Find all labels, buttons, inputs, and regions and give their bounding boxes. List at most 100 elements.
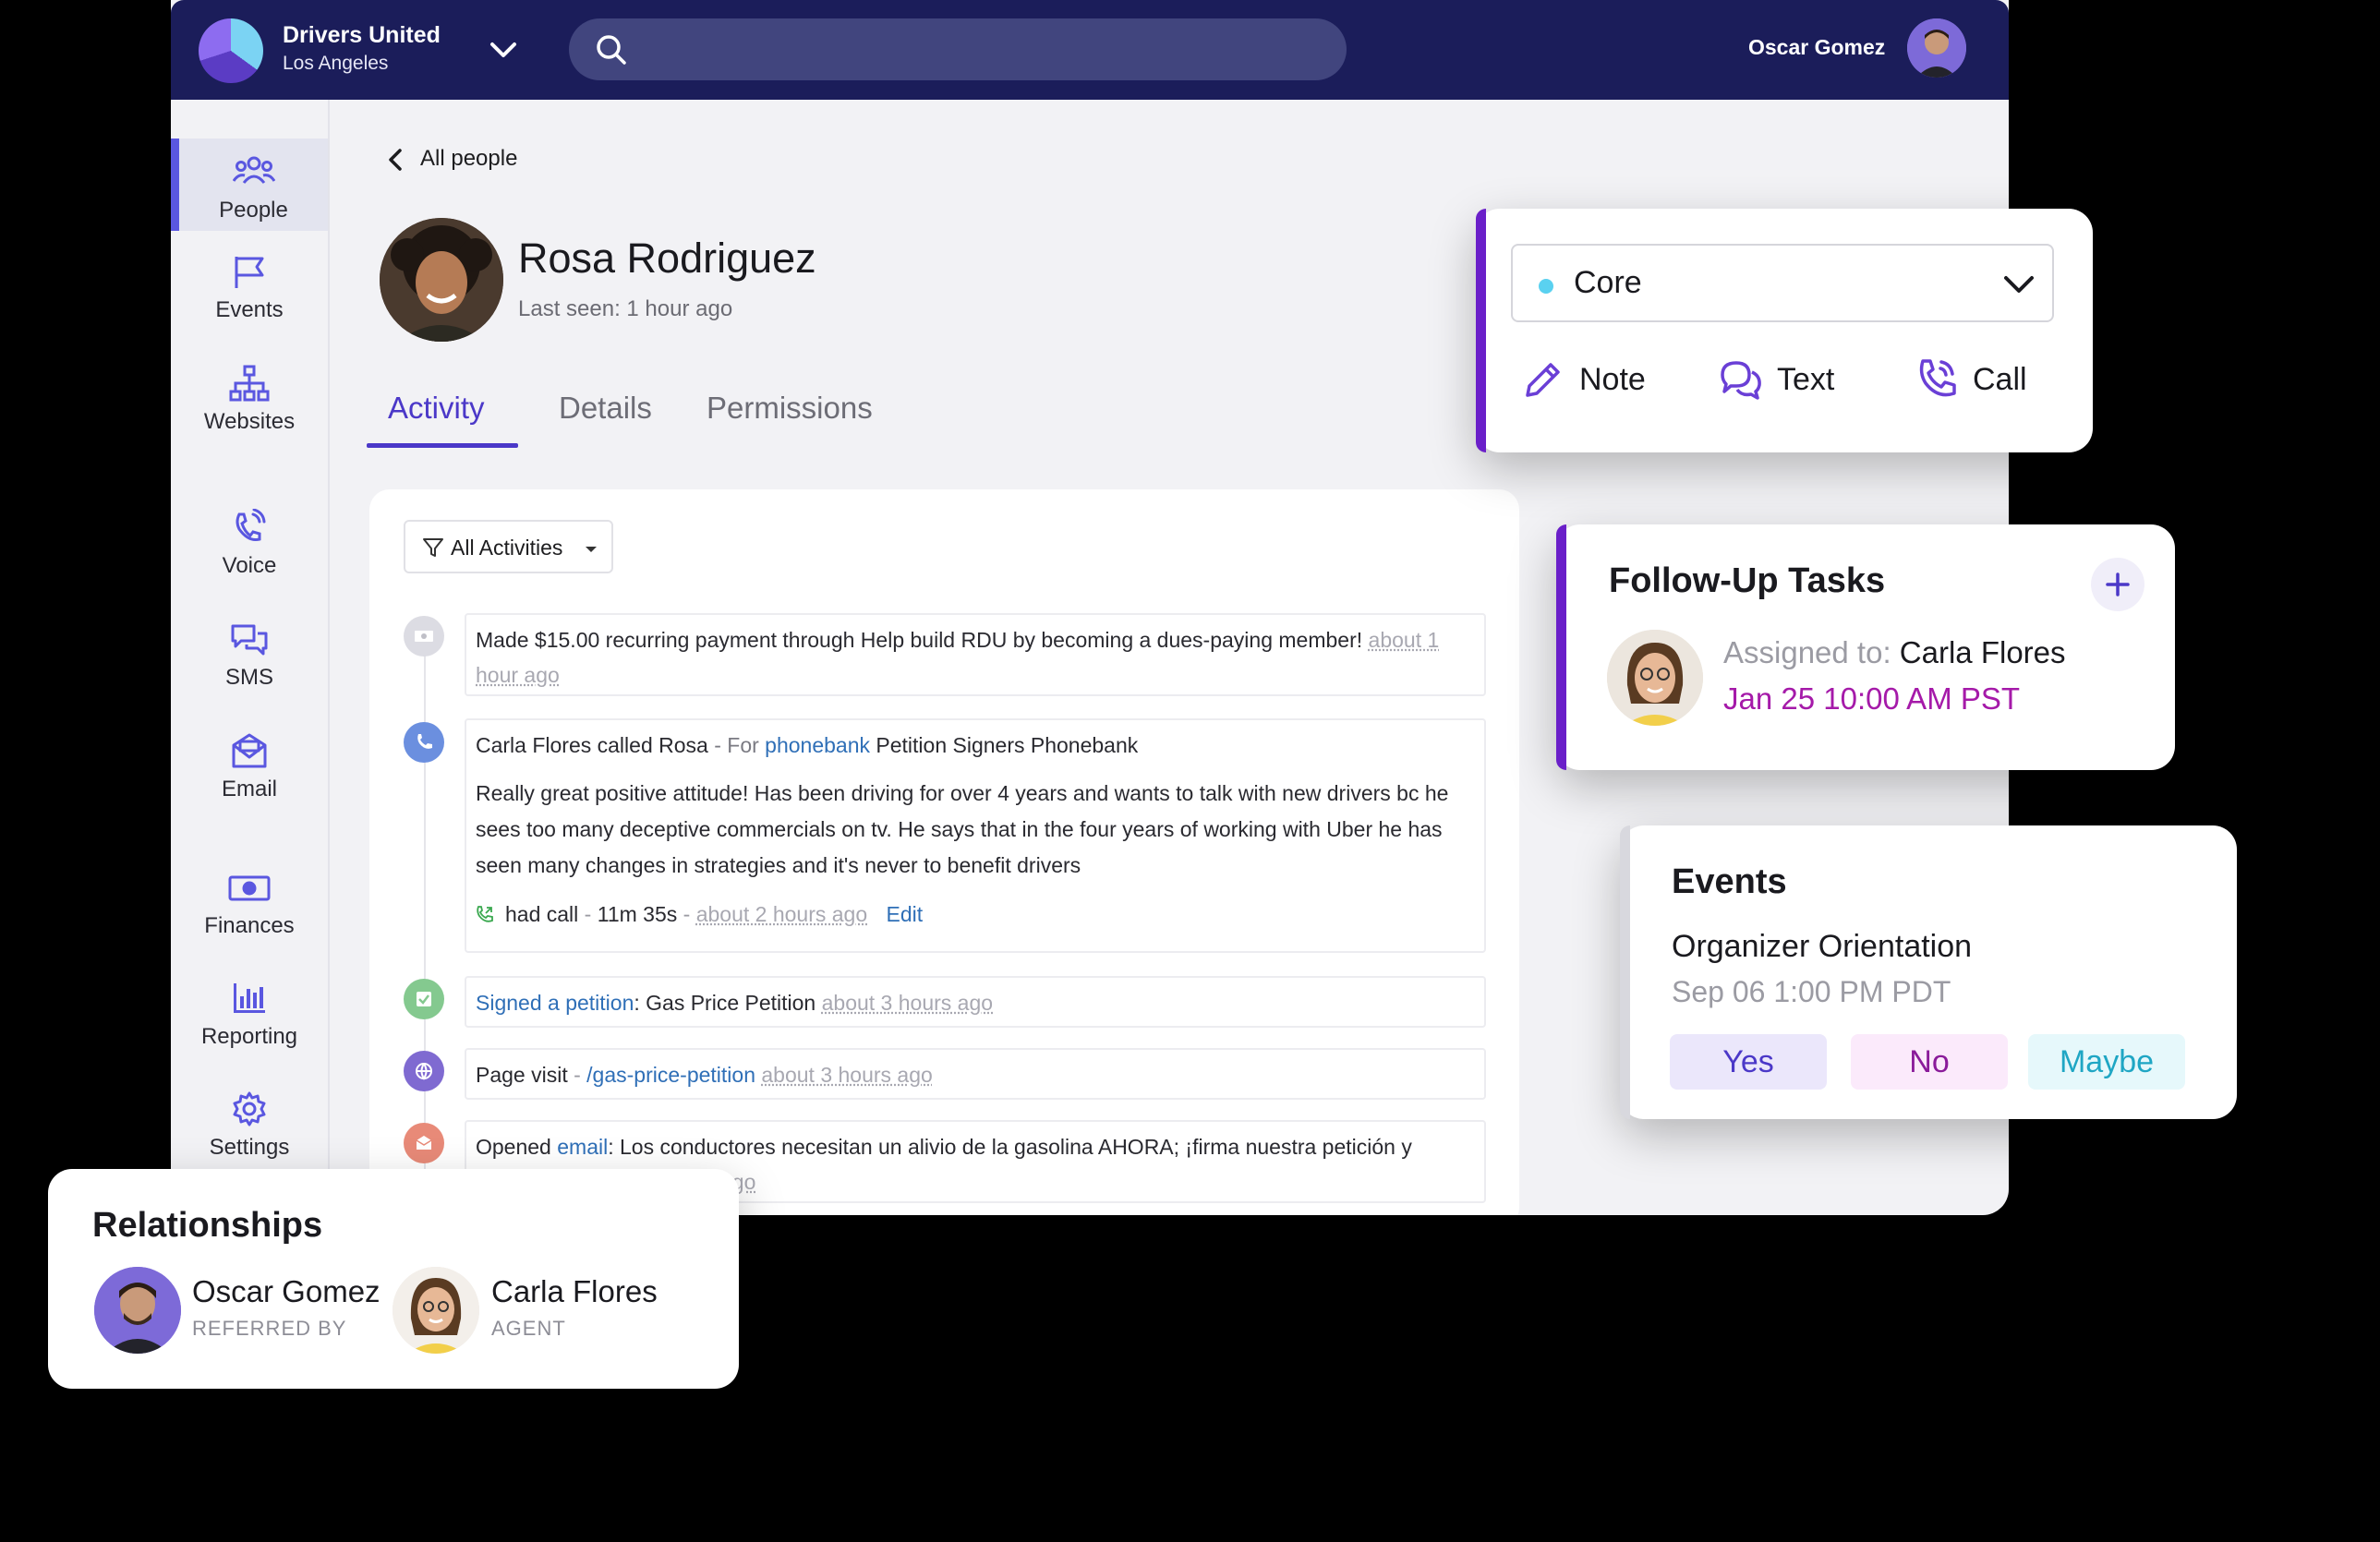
activity-text: Opened bbox=[476, 1135, 551, 1159]
money-icon bbox=[228, 875, 271, 901]
relationship-name[interactable]: Oscar Gomez bbox=[192, 1274, 381, 1309]
event-date: Sep 06 1:00 PM PDT bbox=[1672, 975, 1951, 1008]
relationship-role: AGENT bbox=[491, 1317, 566, 1340]
search-input[interactable] bbox=[569, 18, 1347, 80]
flag-icon bbox=[235, 257, 264, 288]
active-tab-indicator bbox=[367, 443, 518, 448]
rsvp-maybe-button[interactable]: Maybe bbox=[2028, 1034, 2185, 1090]
chevron-down-icon bbox=[2004, 276, 2034, 293]
edit-link[interactable]: Edit bbox=[887, 902, 924, 926]
sidebar-item-settings[interactable]: Settings bbox=[171, 1076, 328, 1168]
sidebar-item-label: People bbox=[219, 198, 288, 223]
activity-text: Page visit bbox=[476, 1063, 568, 1087]
sidebar-item-label: Email bbox=[221, 777, 277, 801]
filter-label: All Activities bbox=[451, 536, 563, 560]
tab-permissions[interactable]: Permissions bbox=[707, 391, 873, 426]
rsvp-yes-button[interactable]: Yes bbox=[1670, 1034, 1827, 1090]
sidebar-item-sms[interactable]: SMS bbox=[171, 606, 328, 698]
quick-actions-card: Core Note Text Call bbox=[1476, 209, 2093, 452]
card-title: Events bbox=[1672, 862, 1787, 901]
activity-text: : Los conductores necesitan un alivio de… bbox=[608, 1135, 1412, 1159]
call-campaign-link[interactable]: phonebank bbox=[765, 733, 870, 757]
email-link[interactable]: email bbox=[557, 1135, 608, 1159]
phone-call-icon bbox=[477, 906, 493, 922]
list-select-value: Core bbox=[1574, 265, 1642, 300]
plus-icon bbox=[2106, 572, 2130, 596]
mail-icon bbox=[404, 1123, 444, 1163]
bar-chart-icon bbox=[234, 983, 265, 1013]
sidebar-item-voice[interactable]: Voice bbox=[171, 494, 328, 586]
list-item: Carla Flores called Rosa - For phonebank… bbox=[465, 718, 1486, 953]
task-due-date: Jan 25 10:00 AM PST bbox=[1723, 681, 2021, 716]
card-title: Follow-Up Tasks bbox=[1609, 561, 1886, 600]
call-result: had call bbox=[505, 902, 579, 926]
call-caller: Carla Flores called Rosa bbox=[476, 733, 708, 757]
chat-icon bbox=[1721, 361, 1761, 400]
page-visit-link[interactable]: /gas-price-petition bbox=[586, 1063, 755, 1087]
sidebar-item-label: Settings bbox=[209, 1135, 290, 1160]
sidebar-item-events[interactable]: Events bbox=[171, 238, 328, 331]
sidebar-item-websites[interactable]: Websites bbox=[171, 350, 328, 442]
sidebar-item-label: Events bbox=[215, 297, 284, 322]
sidebar-item-label: Finances bbox=[204, 913, 295, 938]
sidebar-item-reporting[interactable]: Reporting bbox=[171, 965, 328, 1057]
card-accent-stripe bbox=[1476, 209, 1486, 452]
activity-filter-dropdown[interactable]: All Activities bbox=[404, 520, 613, 573]
pencil-icon bbox=[1526, 363, 1560, 397]
list-item: Signed a petition: Gas Price Petition ab… bbox=[465, 976, 1486, 1028]
avatar bbox=[1607, 630, 1703, 726]
relationship-name[interactable]: Carla Flores bbox=[491, 1274, 658, 1309]
caret-down-icon bbox=[586, 547, 597, 552]
money-icon bbox=[404, 616, 444, 657]
org-name: Drivers United bbox=[283, 22, 441, 48]
events-card: Events Organizer Orientation Sep 06 1:00… bbox=[1620, 825, 2237, 1119]
relationships-card: Relationships Oscar Gomez REFERRED BY Ca… bbox=[48, 1169, 739, 1389]
filter-icon bbox=[423, 538, 443, 557]
sidebar-item-finances[interactable]: Finances bbox=[171, 854, 328, 946]
sidebar-item-people[interactable]: People bbox=[171, 139, 328, 231]
phone-icon bbox=[404, 722, 444, 763]
note-label: Note bbox=[1579, 362, 1646, 397]
assigned-label: Assigned to: bbox=[1723, 635, 1891, 669]
mail-icon bbox=[232, 733, 267, 768]
gear-icon bbox=[233, 1091, 266, 1126]
sidebar: People Events Websites Voice SMS Email F… bbox=[171, 100, 330, 1215]
card-accent-stripe bbox=[1556, 524, 1566, 770]
activity-text: : Gas Price Petition bbox=[634, 991, 816, 1015]
sidebar-item-label: SMS bbox=[224, 665, 273, 690]
org-city: Los Angeles bbox=[283, 53, 389, 74]
timeline-line bbox=[424, 619, 426, 1210]
rsvp-no-button[interactable]: No bbox=[1851, 1034, 2008, 1090]
tab-details[interactable]: Details bbox=[559, 391, 652, 426]
follow-up-tasks-card: Follow-Up Tasks Assigned to: Carla Flore… bbox=[1556, 524, 2175, 770]
assignee-name: Carla Flores bbox=[1899, 635, 2066, 669]
call-for-prefix: - For bbox=[714, 733, 759, 757]
add-task-button[interactable] bbox=[2091, 558, 2144, 611]
chat-icon bbox=[231, 624, 268, 656]
sidebar-item-label: Websites bbox=[203, 409, 296, 434]
tab-activity[interactable]: Activity bbox=[388, 391, 485, 426]
org-logo[interactable] bbox=[199, 18, 263, 83]
call-label: Call bbox=[1973, 362, 2027, 397]
activity-time[interactable]: about 2 hours ago bbox=[696, 902, 867, 926]
activity-time[interactable]: about 3 hours ago bbox=[822, 991, 993, 1015]
list-select[interactable]: Core bbox=[1511, 244, 2054, 322]
petition-link[interactable]: Signed a petition bbox=[476, 991, 634, 1015]
page-title: Rosa Rodriguez bbox=[518, 235, 816, 282]
activity-time[interactable]: about 3 hours ago bbox=[761, 1063, 932, 1087]
sidebar-item-label: Voice bbox=[222, 553, 277, 578]
chevron-down-icon[interactable] bbox=[485, 33, 522, 66]
list-item: Page visit - /gas-price-petition about 3… bbox=[465, 1048, 1486, 1100]
avatar[interactable] bbox=[94, 1267, 181, 1354]
user-name[interactable]: Oscar Gomez bbox=[1748, 35, 1885, 60]
user-avatar[interactable] bbox=[1907, 18, 1966, 78]
avatar[interactable] bbox=[393, 1267, 479, 1354]
call-duration: 11m 35s bbox=[597, 902, 678, 926]
sidebar-item-email[interactable]: Email bbox=[171, 717, 328, 810]
call-note: Really great positive attitude! Has been… bbox=[476, 781, 1449, 877]
checkbox-icon bbox=[404, 979, 444, 1019]
text-label: Text bbox=[1777, 362, 1835, 397]
status-dot bbox=[1539, 279, 1553, 294]
chevron-left-icon bbox=[389, 149, 402, 171]
search-icon bbox=[597, 35, 626, 65]
